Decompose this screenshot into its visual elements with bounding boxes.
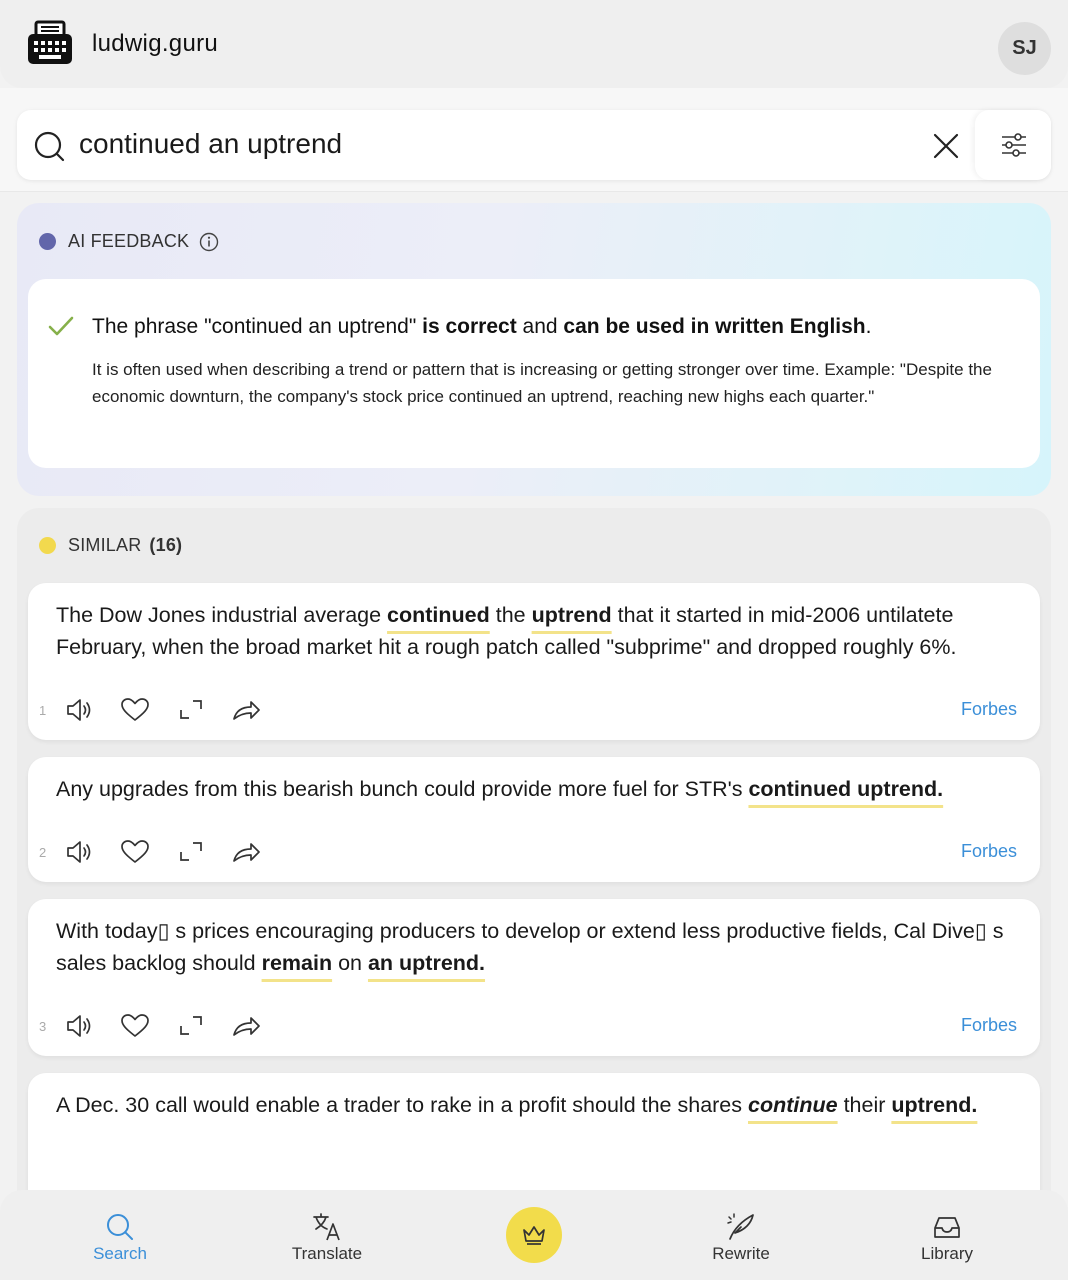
example-toolbar: 1 Forbes xyxy=(28,695,1040,725)
nav-library[interactable]: Library xyxy=(887,1212,1007,1264)
typewriter-logo-icon[interactable] xyxy=(27,20,73,66)
nav-search-label: Search xyxy=(93,1244,147,1263)
example-number: 1 xyxy=(39,703,47,718)
example-text: With today▯ s prices encouraging produce… xyxy=(56,919,1004,975)
bottom-nav: Search Translate Rewrite Library xyxy=(0,1190,1068,1280)
verdict-usage: can be used in written English xyxy=(563,315,866,338)
verdict-text: . xyxy=(865,315,872,338)
example-card[interactable]: With today▯ s prices encouraging produce… xyxy=(28,899,1040,1056)
example-text: on xyxy=(332,951,368,975)
source-link[interactable]: Forbes xyxy=(961,1015,1017,1036)
heart-icon[interactable] xyxy=(120,697,150,723)
example-toolbar: 2 Forbes xyxy=(28,837,1040,867)
similar-count: (16) xyxy=(149,535,183,555)
expand-icon[interactable] xyxy=(176,697,206,723)
example-sentence[interactable]: The Dow Jones industrial average continu… xyxy=(56,599,1016,663)
source-link[interactable]: Forbes xyxy=(961,699,1017,720)
similar-header: SIMILAR (16) xyxy=(39,535,182,556)
search-icon xyxy=(107,1214,133,1240)
ai-feedback-panel: AI FEEDBACK The phrase "continued an upt… xyxy=(17,203,1051,496)
nav-translate[interactable]: Translate xyxy=(267,1212,387,1264)
ai-feedback-label: AI FEEDBACK xyxy=(68,231,190,251)
check-icon xyxy=(48,316,74,336)
ai-verdict: The phrase "continued an uptrend" is cor… xyxy=(92,315,871,339)
search-area: continued an uptrend xyxy=(0,88,1068,192)
info-icon[interactable] xyxy=(199,232,219,252)
nav-translate-label: Translate xyxy=(291,1244,363,1263)
translate-icon xyxy=(313,1213,340,1241)
filter-button[interactable] xyxy=(975,110,1051,180)
nav-rewrite[interactable]: Rewrite xyxy=(681,1212,801,1264)
heart-icon[interactable] xyxy=(120,1013,150,1039)
expand-icon[interactable] xyxy=(176,1013,206,1039)
example-text: The Dow Jones industrial average xyxy=(56,603,388,627)
user-avatar[interactable]: SJ xyxy=(998,22,1051,75)
example-highlight: remain xyxy=(261,951,333,975)
search-input[interactable]: continued an uptrend xyxy=(79,128,342,160)
nav-search[interactable]: Search xyxy=(60,1212,180,1264)
example-highlight: uptrend. xyxy=(891,1093,978,1117)
ai-feedback-header: AI FEEDBACK xyxy=(39,231,219,252)
example-sentence[interactable]: A Dec. 30 call would enable a trader to … xyxy=(56,1089,1016,1121)
source-link[interactable]: Forbes xyxy=(961,841,1017,862)
example-sentence[interactable]: With today▯ s prices encouraging produce… xyxy=(56,915,1016,979)
brand-name[interactable]: ludwig.guru xyxy=(92,30,218,58)
heart-icon[interactable] xyxy=(120,839,150,865)
similar-dot xyxy=(39,537,56,554)
example-toolbar: 3 Forbes xyxy=(28,1011,1040,1041)
speaker-icon[interactable] xyxy=(65,697,95,723)
example-text: the xyxy=(489,603,532,627)
app-header: ludwig.guru SJ xyxy=(0,0,1068,88)
sliders-icon xyxy=(1002,133,1026,157)
share-icon[interactable] xyxy=(231,697,261,723)
ai-feedback-card: The phrase "continued an uptrend" is cor… xyxy=(28,279,1040,468)
close-icon[interactable] xyxy=(931,131,961,161)
ai-feedback-description: It is often used when describing a trend… xyxy=(92,360,992,406)
expand-icon[interactable] xyxy=(176,839,206,865)
verdict-text: The phrase "continued an uptrend" xyxy=(92,315,423,338)
example-sentence[interactable]: Any upgrades from this bearish bunch cou… xyxy=(56,773,1016,805)
example-highlight: an uptrend. xyxy=(367,951,486,975)
example-number: 3 xyxy=(39,1019,47,1034)
example-card[interactable]: The Dow Jones industrial average continu… xyxy=(28,583,1040,740)
example-highlight: continued xyxy=(387,603,490,627)
example-text: their xyxy=(837,1093,892,1117)
verdict-text: and xyxy=(516,315,564,338)
similar-label: SIMILAR xyxy=(68,535,142,555)
example-highlight: uptrend xyxy=(531,603,612,627)
search-bar: continued an uptrend xyxy=(17,110,1051,180)
nav-rewrite-label: Rewrite xyxy=(712,1244,770,1263)
example-highlight: continued uptrend. xyxy=(748,777,944,801)
quill-icon xyxy=(727,1213,754,1240)
nav-library-label: Library xyxy=(921,1244,973,1263)
verdict-correct: is correct xyxy=(422,315,517,338)
inbox-icon xyxy=(934,1217,960,1238)
search-icon xyxy=(34,131,65,162)
example-number: 2 xyxy=(39,845,47,860)
share-icon[interactable] xyxy=(231,1013,261,1039)
example-card[interactable]: Any upgrades from this bearish bunch cou… xyxy=(28,757,1040,882)
speaker-icon[interactable] xyxy=(65,1013,95,1039)
premium-button[interactable] xyxy=(506,1207,562,1263)
example-text: A Dec. 30 call would enable a trader to … xyxy=(56,1093,748,1117)
share-icon[interactable] xyxy=(231,839,261,865)
speaker-icon[interactable] xyxy=(65,839,95,865)
example-text: Any upgrades from this bearish bunch cou… xyxy=(56,777,749,801)
crown-icon xyxy=(523,1226,545,1245)
example-highlight: continue xyxy=(748,1093,838,1117)
ai-feedback-dot xyxy=(39,233,56,250)
